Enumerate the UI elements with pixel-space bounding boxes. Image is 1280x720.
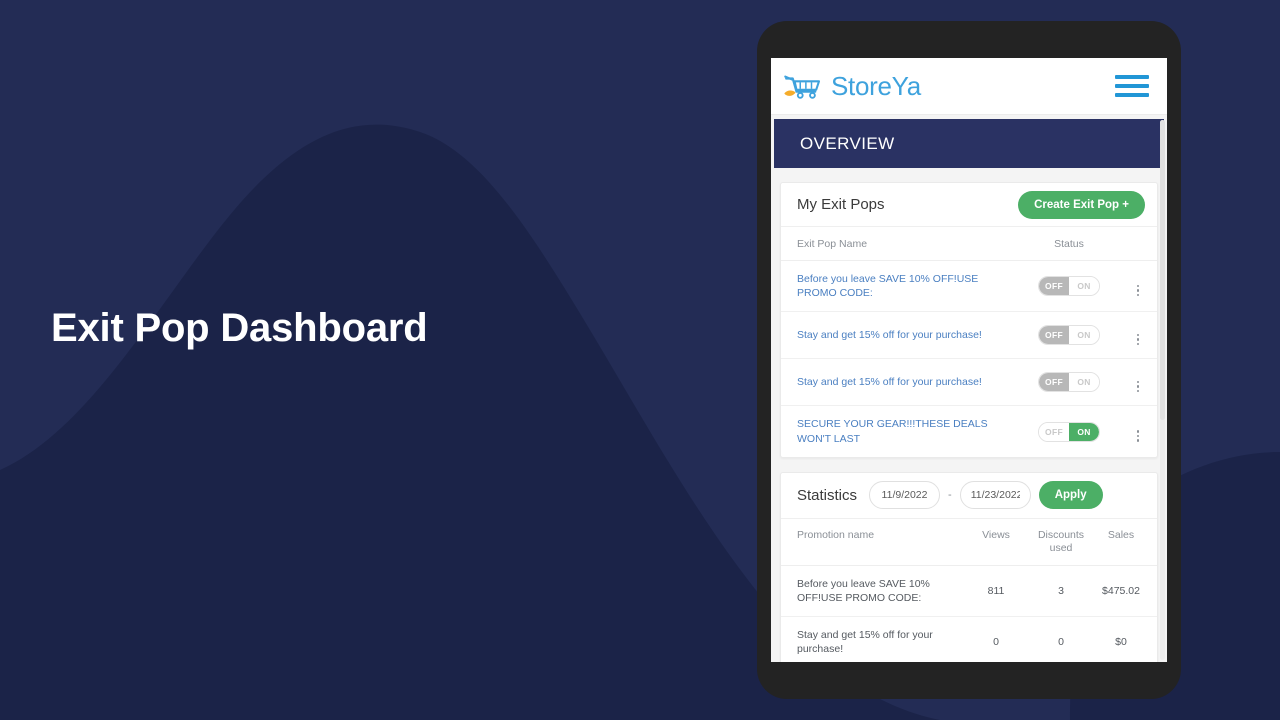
statistics-header-row: Promotion name Views Discounts used Sale… [781, 518, 1157, 566]
table-row[interactable]: SECURE YOUR GEAR!!!THESE DEALS WON'T LAS… [781, 406, 1157, 457]
exit-pops-table-body: Before you leave SAVE 10% OFF!USE PROMO … [781, 260, 1157, 457]
table-row[interactable]: Stay and get 15% off for your purchase! … [781, 311, 1157, 360]
exit-pop-actions-cell [1127, 406, 1157, 457]
overview-banner: OVERVIEW [774, 119, 1164, 168]
brand-name: StoreYa [831, 70, 921, 101]
my-exit-pops-title: My Exit Pops [797, 196, 885, 213]
phone-screen: StoreYa OVERVIEW My Exit Pops Create Exi… [771, 58, 1167, 662]
exit-pop-name[interactable]: Before you leave SAVE 10% OFF!USE PROMO … [781, 260, 1011, 313]
brand-logo: StoreYa [783, 71, 921, 102]
status-toggle[interactable]: OFF ON [1038, 276, 1100, 297]
statistics-table: Promotion name Views Discounts used Sale… [781, 518, 1157, 662]
my-exit-pops-card-header: My Exit Pops Create Exit Pop + [781, 183, 1157, 227]
kebab-menu-icon[interactable] [1131, 379, 1146, 395]
toggle-on-label[interactable]: ON [1069, 422, 1099, 441]
apply-button[interactable]: Apply [1038, 481, 1103, 510]
column-header-discounts-used: Discounts used [1027, 518, 1095, 566]
promotion-views: 0 [965, 616, 1027, 662]
discounts-header-line2: used [1049, 542, 1073, 555]
statistics-card: Statistics - Apply Promotion name Views [780, 471, 1158, 662]
hamburger-bar [1115, 93, 1149, 97]
column-header-status: Status [1011, 227, 1127, 261]
promotion-name: Before you leave SAVE 10% OFF!USE PROMO … [781, 565, 965, 618]
kebab-menu-icon[interactable] [1131, 283, 1146, 299]
exit-pop-name[interactable]: Stay and get 15% off for your purchase! [781, 311, 1011, 360]
toggle-on-label[interactable]: ON [1069, 373, 1099, 392]
statistics-table-body: Before you leave SAVE 10% OFF!USE PROMO … [781, 565, 1157, 662]
kebab-menu-icon[interactable] [1131, 428, 1146, 444]
exit-pop-actions-cell [1127, 311, 1157, 360]
statistics-card-header: Statistics - Apply [781, 473, 1157, 519]
column-header-exit-pop-name: Exit Pop Name [781, 227, 1011, 261]
phone-device-frame: StoreYa OVERVIEW My Exit Pops Create Exi… [757, 21, 1181, 699]
scrollbar-track[interactable] [1160, 120, 1165, 660]
hamburger-bar [1115, 84, 1149, 88]
table-row[interactable]: Stay and get 15% off for your purchase! … [781, 358, 1157, 407]
overview-banner-title: OVERVIEW [800, 133, 895, 153]
exit-pop-name[interactable]: SECURE YOUR GEAR!!!THESE DEALS WON'T LAS… [781, 406, 1011, 457]
date-to-input[interactable] [959, 481, 1031, 510]
column-header-views: Views [965, 518, 1027, 566]
exit-pop-actions-cell [1127, 260, 1157, 313]
exit-pop-actions-cell [1127, 358, 1157, 407]
toggle-on-label[interactable]: ON [1069, 326, 1099, 345]
date-range-separator: - [948, 489, 952, 502]
dashboard-scroll-area[interactable]: My Exit Pops Create Exit Pop + Exit Pop … [771, 182, 1167, 662]
exit-pop-status-cell: OFF ON [1011, 358, 1127, 407]
shopping-cart-icon [784, 75, 821, 99]
toggle-off-label[interactable]: OFF [1039, 422, 1069, 441]
column-header-actions [1127, 227, 1157, 261]
promotion-sales: $475.02 [1095, 565, 1157, 618]
hamburger-bar [1115, 75, 1149, 79]
status-toggle[interactable]: OFF ON [1038, 325, 1100, 346]
status-toggle[interactable]: OFF ON [1038, 421, 1100, 442]
exit-pops-table-head: Exit Pop Name Status [781, 227, 1157, 261]
status-toggle[interactable]: OFF ON [1038, 372, 1100, 393]
toggle-on-label[interactable]: ON [1069, 277, 1099, 296]
scrollbar-thumb[interactable] [1160, 120, 1165, 420]
exit-pops-header-row: Exit Pop Name Status [781, 227, 1157, 261]
create-exit-pop-button[interactable]: Create Exit Pop + [1018, 190, 1145, 219]
statistics-title: Statistics [797, 486, 858, 504]
exit-pop-status-cell: OFF ON [1011, 406, 1127, 457]
app-header: StoreYa [771, 58, 1167, 115]
toggle-off-label[interactable]: OFF [1039, 326, 1069, 345]
promotion-discounts-used: 3 [1027, 565, 1095, 618]
exit-pop-status-cell: OFF ON [1011, 260, 1127, 313]
toggle-off-label[interactable]: OFF [1039, 373, 1069, 392]
column-header-promotion-name: Promotion name [781, 518, 965, 566]
exit-pop-status-cell: OFF ON [1011, 311, 1127, 360]
slide-canvas: Exit Pop Dashboard StoreYa OVERVIEW My E… [0, 0, 1280, 720]
table-row: Stay and get 15% off for your purchase! … [781, 616, 1157, 662]
exit-pop-name[interactable]: Stay and get 15% off for your purchase! [781, 358, 1011, 407]
promotion-sales: $0 [1095, 616, 1157, 662]
table-row: Before you leave SAVE 10% OFF!USE PROMO … [781, 565, 1157, 618]
column-header-sales: Sales [1095, 518, 1157, 566]
page-title: Exit Pop Dashboard [51, 306, 428, 350]
discounts-header-line1: Discounts [1037, 528, 1085, 541]
my-exit-pops-card: My Exit Pops Create Exit Pop + Exit Pop … [780, 182, 1158, 458]
exit-pops-table: Exit Pop Name Status Before you leave SA… [781, 227, 1157, 457]
table-row[interactable]: Before you leave SAVE 10% OFF!USE PROMO … [781, 260, 1157, 313]
hamburger-menu-icon[interactable] [1115, 75, 1149, 97]
kebab-menu-icon[interactable] [1131, 332, 1146, 348]
promotion-name: Stay and get 15% off for your purchase! [781, 616, 965, 662]
date-from-input[interactable] [869, 481, 941, 510]
promotion-discounts-used: 0 [1027, 616, 1095, 662]
statistics-table-head: Promotion name Views Discounts used Sale… [781, 518, 1157, 566]
toggle-off-label[interactable]: OFF [1039, 277, 1069, 296]
promotion-views: 811 [965, 565, 1027, 618]
